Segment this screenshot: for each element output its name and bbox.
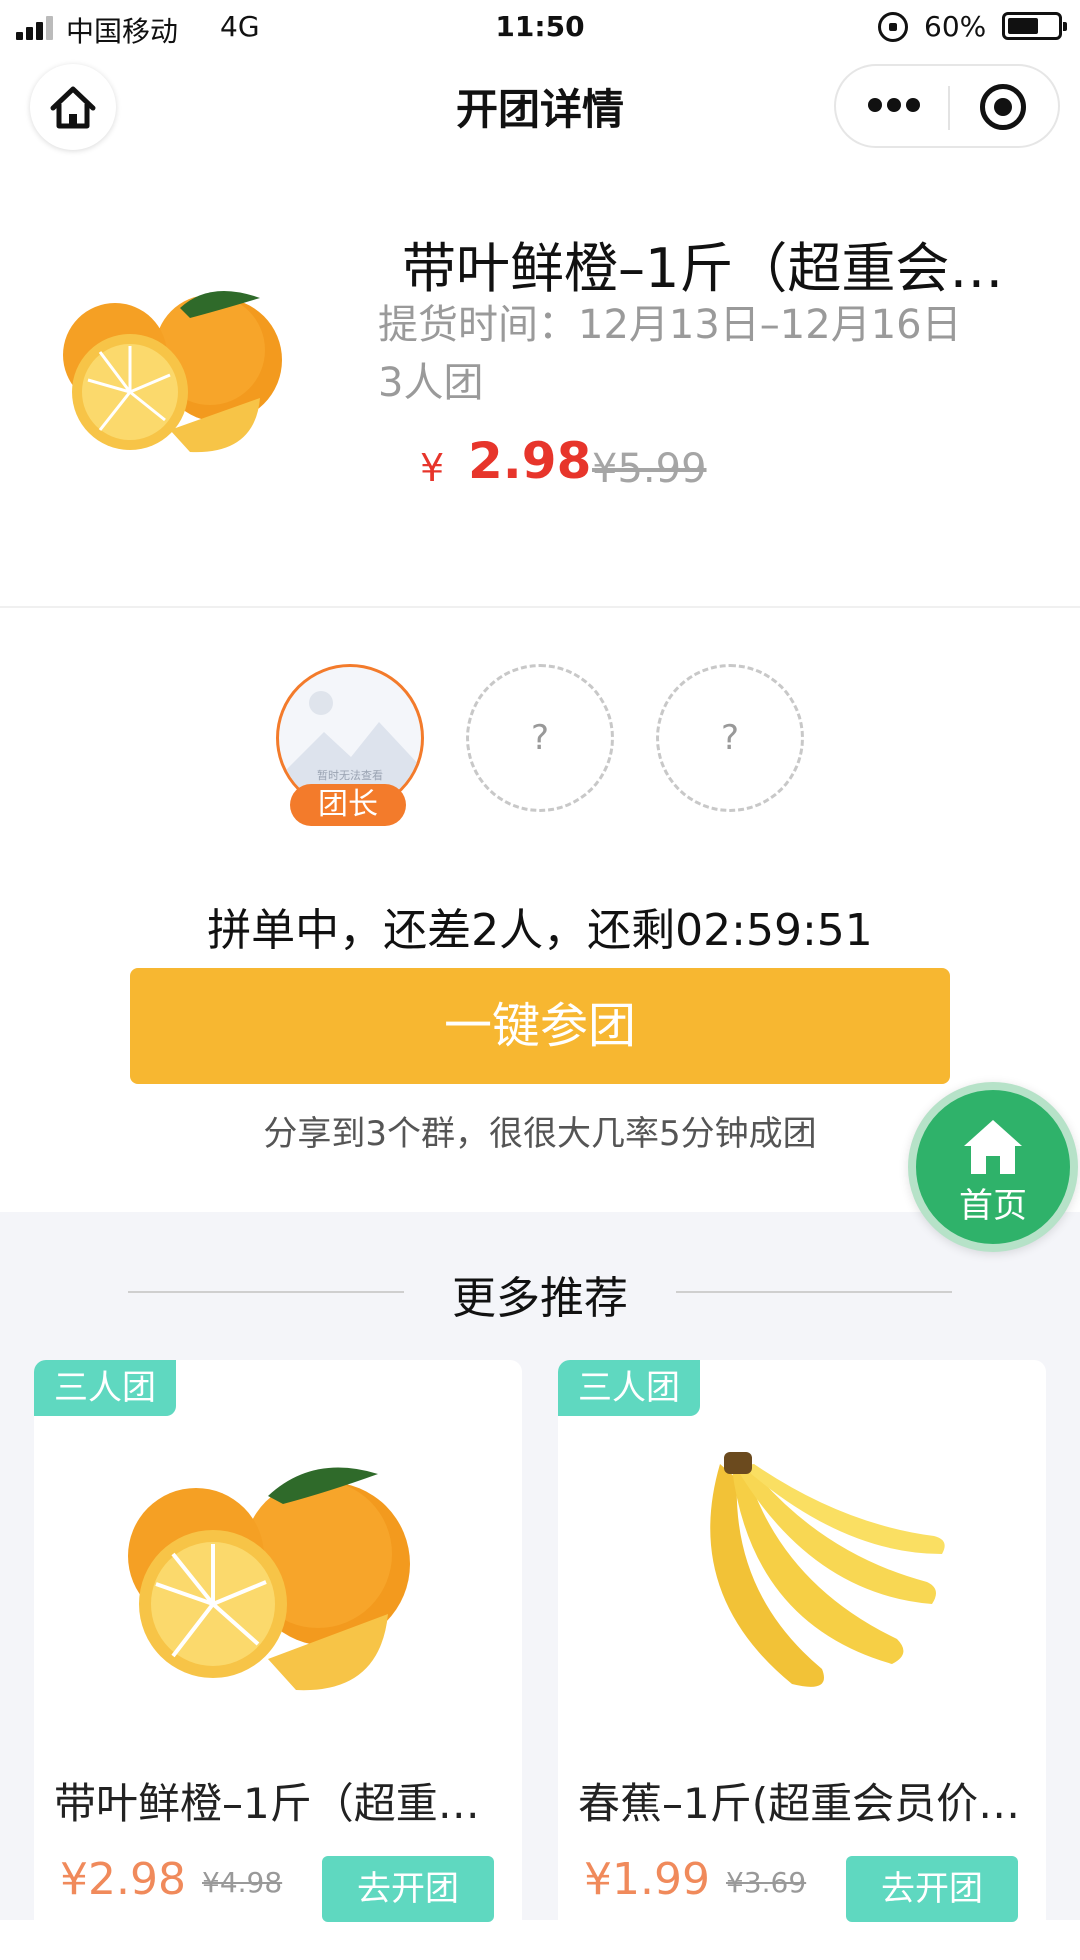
group-status: 拼单中，还差2人，还剩02:59:51 [207, 905, 873, 956]
group-tag: 三人团 [34, 1360, 176, 1416]
start-group-button[interactable]: 去开团 [846, 1856, 1018, 1922]
product-price: 2.98 [468, 432, 592, 490]
join-group-button[interactable]: 一键参团 [130, 968, 950, 1084]
price-currency: ¥ [420, 446, 445, 490]
recommend-card[interactable]: 三人团 带叶鲜橙–1斤（超重… ¥2.98 ¥4.98 去开团 [34, 1360, 522, 1960]
mini-program-capsule [834, 64, 1060, 148]
banana-image [710, 1452, 945, 1687]
battery-icon [1002, 12, 1067, 40]
floating-home-label: 首页 [959, 1186, 1027, 1226]
battery-percent: 60% [924, 10, 987, 43]
product-image [63, 290, 282, 453]
card-original-price: ¥4.98 [202, 1866, 283, 1899]
product-original-price: ¥5.99 [592, 446, 707, 492]
divider [676, 1291, 952, 1293]
empty-member-slot[interactable]: ? [466, 664, 614, 812]
card-price: ¥2.98 [60, 1854, 186, 1905]
rotation-lock-icon [878, 12, 908, 42]
capsule-divider [948, 86, 950, 130]
pickup-time: 提货时间：12月13日–12月16日 [378, 302, 962, 348]
card-name: 带叶鲜橙–1斤（超重… [54, 1779, 480, 1828]
placeholder-text: 暂时无法查看 [317, 768, 383, 782]
group-size: 3人团 [378, 360, 484, 406]
recommend-card[interactable]: 三人团 春蕉–1斤(超重会员价… ¥1.99 ¥3.69 去开团 [558, 1360, 1046, 1960]
close-program-icon[interactable] [980, 84, 1026, 130]
card-original-price: ¥3.69 [726, 1866, 807, 1899]
more-icon[interactable] [868, 98, 920, 114]
floating-home-button[interactable]: 首页 [908, 1082, 1078, 1252]
leader-badge: 团长 [290, 784, 406, 826]
group-tag: 三人团 [558, 1360, 700, 1416]
card-name: 春蕉–1斤(超重会员价… [578, 1779, 1021, 1828]
recommend-title: 更多推荐 [452, 1273, 628, 1324]
divider [0, 606, 1080, 608]
card-price: ¥1.99 [584, 1854, 710, 1905]
orange-image [128, 1467, 410, 1691]
start-group-button[interactable]: 去开团 [322, 1856, 494, 1922]
status-bar: 中国移动 4G 11:50 60% [0, 0, 1080, 56]
status-time: 11:50 [495, 10, 585, 43]
empty-member-slot[interactable]: ? [656, 664, 804, 812]
